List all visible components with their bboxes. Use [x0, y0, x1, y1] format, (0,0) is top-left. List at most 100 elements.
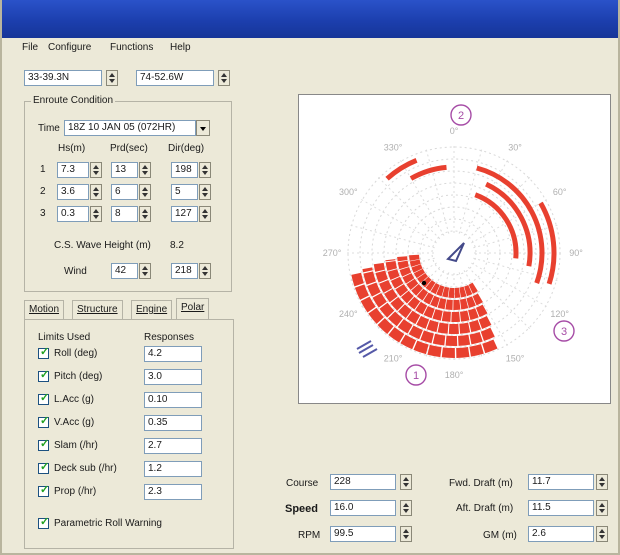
- gm-spinner[interactable]: [596, 526, 608, 542]
- limit-checkbox[interactable]: ✓: [38, 415, 49, 428]
- period-field-3[interactable]: 8: [111, 206, 138, 222]
- grid-spoke: [473, 257, 561, 282]
- period-spinner-1[interactable]: [139, 162, 151, 178]
- limit-label: Deck sub (/hr): [54, 463, 117, 474]
- wind-direction-field[interactable]: 218: [171, 263, 198, 279]
- course-field[interactable]: 228: [330, 474, 396, 490]
- limit-checkbox[interactable]: ✓: [38, 484, 49, 497]
- speed-field[interactable]: 16.0: [330, 500, 396, 516]
- hs-field-3[interactable]: 0.3: [57, 206, 89, 222]
- polar-plot[interactable]: 0° 30° 60° 90° 120° 150° 180° 210° 240° 270° 300° 3…: [298, 94, 611, 404]
- response-value-field[interactable]: 0.10: [144, 392, 202, 408]
- wind-direction-spinner[interactable]: [199, 263, 211, 279]
- limit-checkbox[interactable]: ✓: [38, 346, 49, 359]
- polar-zone-segment: [426, 319, 439, 333]
- tab-polar[interactable]: Polar: [176, 298, 210, 320]
- polar-zone-segment: [400, 290, 414, 304]
- latitude-field[interactable]: 33-39.3N: [24, 70, 102, 86]
- title-bar[interactable]: [2, 0, 618, 38]
- aft-draft-spinner[interactable]: [596, 500, 608, 516]
- direction-spinner-3[interactable]: [199, 206, 211, 222]
- wind-speed-field[interactable]: 42: [111, 263, 138, 279]
- hs-field-2[interactable]: 3.6: [57, 184, 89, 200]
- direction-spinner-1[interactable]: [199, 162, 211, 178]
- limits-used-header: Limits Used: [38, 332, 91, 343]
- hs-spinner-3[interactable]: [90, 206, 102, 222]
- polar-zone-segment: [478, 315, 492, 329]
- rpm-field[interactable]: 99.5: [330, 526, 396, 542]
- response-value-field[interactable]: 0.35: [144, 415, 202, 431]
- wind-barb-icon: [356, 340, 378, 358]
- hs-field-1[interactable]: 7.3: [57, 162, 89, 178]
- polar-zone-segment: [459, 322, 471, 334]
- row-number: 2: [40, 186, 46, 197]
- limit-checkbox[interactable]: ✓: [38, 392, 50, 405]
- tab-engine[interactable]: Engine: [131, 300, 173, 320]
- polar-zone-segment: [432, 309, 443, 321]
- response-value-field[interactable]: 3.0: [144, 369, 202, 385]
- longitude-field[interactable]: 74-52.6W: [136, 70, 214, 86]
- polar-zone-segment: [390, 276, 404, 289]
- polar-zone-segment: [436, 285, 445, 297]
- limit-checkbox[interactable]: ✓: [38, 369, 49, 382]
- hs-spinner-1[interactable]: [90, 162, 102, 178]
- polar-zone-segment: [398, 304, 412, 319]
- direction-field-3[interactable]: 127: [171, 206, 198, 222]
- period-field-2[interactable]: 6: [111, 184, 138, 200]
- limit-checkbox[interactable]: ✓: [38, 461, 49, 474]
- polar-zone-segment: [406, 310, 421, 325]
- polar-zone-segment: [425, 280, 436, 292]
- polar-zone-segment: [390, 296, 405, 311]
- menu-functions[interactable]: Functions: [110, 42, 153, 53]
- polar-zone-segment: [417, 272, 429, 284]
- speed-spinner[interactable]: [400, 500, 412, 516]
- angle-label: 300°: [339, 187, 358, 197]
- gm-field[interactable]: 2.6: [528, 526, 594, 542]
- course-label: Course: [286, 478, 319, 489]
- direction-field-1[interactable]: 198: [171, 162, 198, 178]
- rpm-spinner[interactable]: [400, 526, 412, 542]
- polar-zone-segment: [388, 311, 403, 327]
- period-field-1[interactable]: 13: [111, 162, 138, 178]
- wave-marker-label: 3: [561, 326, 567, 338]
- check-icon: ✓: [40, 392, 50, 404]
- parametric-roll-checkbox[interactable]: ✓: [38, 516, 49, 529]
- period-spinner-3[interactable]: [139, 206, 151, 222]
- limit-label: Pitch (deg): [54, 371, 103, 382]
- latitude-spinner[interactable]: [106, 70, 118, 86]
- hs-spinner-2[interactable]: [90, 184, 102, 200]
- tab-structure[interactable]: Structure: [72, 300, 123, 320]
- response-value-field[interactable]: 1.2: [144, 461, 202, 477]
- menu-configure[interactable]: Configure: [48, 42, 91, 53]
- time-dropdown-button[interactable]: [196, 120, 210, 136]
- direction-header: Dir(deg): [168, 143, 205, 154]
- wave-height-value: 8.2: [170, 240, 184, 251]
- course-spinner[interactable]: [400, 474, 412, 490]
- tab-motion[interactable]: Motion: [24, 300, 65, 320]
- polar-zone-segment: [375, 270, 388, 283]
- direction-field-2[interactable]: 5: [171, 184, 198, 200]
- polar-zone-segment: [423, 292, 434, 305]
- aft-draft-field[interactable]: 11.5: [528, 500, 594, 516]
- forward-draft-field[interactable]: 11.7: [528, 474, 594, 490]
- angle-label: 210°: [384, 354, 403, 364]
- polar-zone-segment: [469, 344, 484, 357]
- response-value-field[interactable]: 2.3: [144, 484, 202, 500]
- forward-draft-spinner[interactable]: [596, 474, 608, 490]
- menu-help[interactable]: Help: [170, 42, 191, 53]
- direction-spinner-2[interactable]: [199, 184, 211, 200]
- period-spinner-2[interactable]: [139, 184, 151, 200]
- response-value-field[interactable]: 4.2: [144, 346, 202, 362]
- time-select[interactable]: 18Z 10 JAN 05 (072HR): [64, 120, 196, 136]
- longitude-spinner[interactable]: [218, 70, 230, 86]
- polar-zone-segment: [368, 307, 385, 324]
- grid-spoke: [358, 197, 437, 244]
- polar-zone-segment: [456, 346, 470, 358]
- polar-zone-segment: [430, 295, 440, 308]
- wave-height-label: C.S. Wave Height (m): [54, 240, 151, 251]
- response-value-field[interactable]: 2.7: [144, 438, 202, 454]
- wind-speed-spinner[interactable]: [139, 263, 151, 279]
- menu-file[interactable]: File: [22, 42, 38, 53]
- polar-zone-segment: [482, 339, 498, 354]
- limit-checkbox[interactable]: ✓: [38, 438, 49, 451]
